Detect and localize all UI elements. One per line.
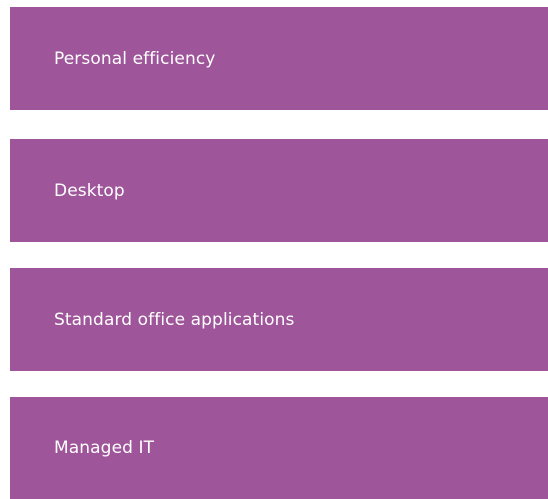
menu-item-label: Standard office applications xyxy=(54,309,295,330)
menu-item-personal-efficiency[interactable]: Personal efficiency xyxy=(10,7,548,110)
menu-item-desktop[interactable]: Desktop xyxy=(10,139,548,242)
menu-item-managed-it[interactable]: Managed IT xyxy=(10,397,548,499)
menu-item-label: Managed IT xyxy=(54,438,155,458)
menu-item-standard-office-applications[interactable]: Standard office applications xyxy=(10,268,548,371)
menu-item-label: Personal efficiency xyxy=(54,48,216,69)
menu-item-label: Desktop xyxy=(54,180,125,201)
service-menu: Personal efficiency Desktop Standard off… xyxy=(10,7,548,499)
